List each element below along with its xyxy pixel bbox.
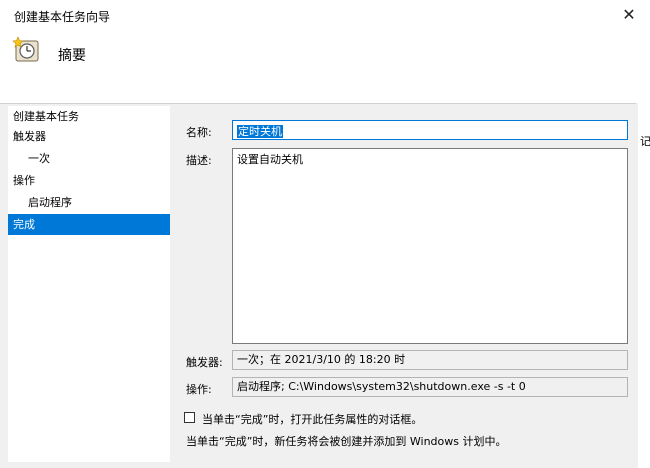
wizard-header: 摘要 <box>0 30 650 103</box>
name-label: 名称: <box>186 126 212 139</box>
sidebar-item-trigger[interactable]: 触发器 <box>8 126 170 147</box>
window-title: 创建基本任务向导 <box>14 10 111 24</box>
open-properties-checkbox[interactable] <box>184 412 195 423</box>
trigger-label: 触发器: <box>186 356 223 369</box>
sidebar-item-create-basic-task[interactable]: 创建基本任务 <box>8 106 170 127</box>
background-window-edge <box>638 30 650 468</box>
name-input[interactable]: 定时关机 <box>232 120 628 140</box>
action-label: 操作: <box>186 383 212 396</box>
sidebar-item-action[interactable]: 操作 <box>8 170 170 191</box>
trigger-summary-field: 一次；在 2021/3/10 的 18:20 时 <box>232 350 628 370</box>
background-window-text: 记 <box>640 135 650 148</box>
action-summary-field: 启动程序; C:\Windows\system32\shutdown.exe -… <box>232 377 628 397</box>
wizard-steps-sidebar: 创建基本任务 触发器 一次 操作 启动程序 完成 <box>8 106 170 462</box>
open-properties-checkbox-label[interactable]: 当单击“完成”时，打开此任务属性的对话框。 <box>202 411 422 427</box>
title-bar: 创建基本任务向导 ✕ <box>0 0 650 30</box>
close-button[interactable]: ✕ <box>616 3 642 27</box>
sidebar-item-start-program[interactable]: 启动程序 <box>8 192 170 213</box>
page-title: 摘要 <box>58 48 86 64</box>
sidebar-item-once[interactable]: 一次 <box>8 148 170 169</box>
header-divider <box>0 103 636 104</box>
clock-wizard-icon <box>12 36 39 62</box>
description-textarea[interactable]: 设置自动关机 <box>232 148 628 344</box>
name-input-value: 定时关机 <box>237 125 283 138</box>
sidebar-item-finish[interactable]: 完成 <box>8 214 170 235</box>
description-label: 描述: <box>186 154 212 167</box>
finish-info-text: 当单击“完成”时，新任务将会被创建并添加到 Windows 计划中。 <box>186 435 507 448</box>
